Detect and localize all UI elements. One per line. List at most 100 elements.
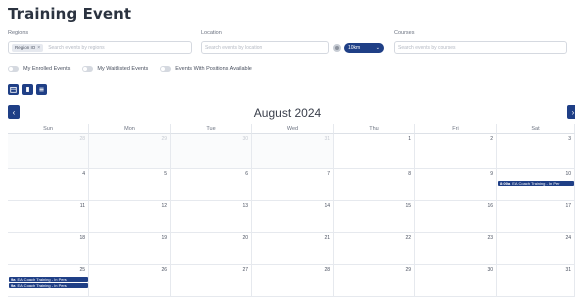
day-number: 21: [324, 235, 330, 241]
day-cell[interactable]: 15: [334, 201, 415, 233]
day-cell[interactable]: 30: [171, 134, 252, 169]
list-view-button[interactable]: [22, 84, 33, 95]
day-cell[interactable]: 26: [89, 265, 171, 297]
day-cell[interactable]: 5: [89, 169, 171, 201]
day-cell[interactable]: 16: [415, 201, 497, 233]
day-cell[interactable]: 10 8:00a EA Coach Training - In Per: [497, 169, 575, 201]
day-number: 30: [487, 267, 493, 273]
toggle-waitlisted[interactable]: My Waitlisted Events: [82, 66, 148, 72]
day-cell[interactable]: 2: [415, 134, 497, 169]
day-cell[interactable]: 7: [252, 169, 334, 201]
day-number: 22: [405, 235, 411, 241]
day-cell[interactable]: 23: [415, 233, 497, 265]
calendar-view-button[interactable]: [8, 84, 19, 95]
menu-icon: [39, 87, 44, 92]
weekday-header: Sun: [8, 124, 89, 134]
day-cell[interactable]: 18: [8, 233, 89, 265]
regions-field[interactable]: Region IO × Search events by regions: [8, 41, 192, 54]
day-cell[interactable]: 30: [415, 265, 497, 297]
day-cell[interactable]: 25 9a EA Coach Training - In Pers 9a EA Coac…: [8, 265, 89, 297]
day-cell[interactable]: 13: [171, 201, 252, 233]
day-number: 23: [487, 235, 493, 241]
day-number: 27: [242, 267, 248, 273]
day-cell[interactable]: 3: [497, 134, 575, 169]
day-cell[interactable]: 29: [89, 134, 171, 169]
day-cell[interactable]: 8: [334, 169, 415, 201]
day-cell[interactable]: 29: [334, 265, 415, 297]
calendar-event[interactable]: 9a EA Coach Training - In Pers: [9, 283, 88, 288]
day-cell[interactable]: 28: [252, 265, 334, 297]
day-number: 1: [408, 136, 411, 142]
day-cell[interactable]: 14: [252, 201, 334, 233]
courses-placeholder: Search events by courses: [398, 44, 456, 51]
calendar-event[interactable]: 8:00a EA Coach Training - In Per: [498, 181, 574, 186]
day-cell[interactable]: 22: [334, 233, 415, 265]
chevron-down-icon: ⌄: [375, 45, 380, 51]
chevron-right-icon: ›: [571, 107, 575, 117]
month-label: August 2024: [253, 106, 322, 120]
day-number: 5: [164, 171, 167, 177]
day-number: 12: [161, 203, 167, 209]
day-number: 26: [161, 267, 167, 273]
event-time: 9a: [11, 277, 16, 282]
view-buttons: [8, 84, 47, 95]
day-cell[interactable]: 28: [8, 134, 89, 169]
switch-icon[interactable]: [160, 66, 172, 72]
menu-view-button[interactable]: [36, 84, 47, 95]
next-month-button[interactable]: ›: [567, 105, 575, 119]
day-number: 30: [242, 136, 248, 142]
day-cell[interactable]: 4: [8, 169, 89, 201]
day-number: 13: [242, 203, 248, 209]
toggle-enrolled[interactable]: My Enrolled Events: [8, 66, 70, 72]
day-cell[interactable]: 24: [497, 233, 575, 265]
my-location-icon[interactable]: [333, 44, 341, 52]
toggle-label: My Enrolled Events: [23, 66, 71, 72]
day-cell[interactable]: 17: [497, 201, 575, 233]
event-time: 8:00a: [500, 181, 511, 186]
day-cell[interactable]: 20: [171, 233, 252, 265]
day-number: 28: [324, 267, 330, 273]
day-number: 17: [565, 203, 571, 209]
day-number: 29: [405, 267, 411, 273]
day-number: 24: [565, 235, 571, 241]
calendar-event[interactable]: 9a EA Coach Training - In Pers: [9, 277, 88, 282]
regions-placeholder: Search events by regions: [48, 44, 105, 51]
day-cell[interactable]: 31: [252, 134, 334, 169]
filter-toggles: My Enrolled Events My Waitlisted Events …: [8, 66, 252, 72]
day-cell[interactable]: 1: [334, 134, 415, 169]
day-cell[interactable]: 6: [171, 169, 252, 201]
day-number: 29: [161, 136, 167, 142]
day-cell[interactable]: 9: [415, 169, 497, 201]
region-chip-label: Region IO: [15, 45, 36, 50]
day-cell[interactable]: 11: [8, 201, 89, 233]
day-number: 25: [79, 267, 85, 273]
day-cell[interactable]: 27: [171, 265, 252, 297]
toggle-label: My Waitlisted Events: [97, 66, 149, 72]
distance-select[interactable]: 10km ⌄: [344, 43, 384, 53]
courses-label: Courses: [394, 30, 415, 36]
location-field[interactable]: Search events by location: [201, 41, 329, 54]
weekday-header: Wed: [252, 124, 334, 134]
event-title: EA Coach Training - In Per: [512, 181, 560, 186]
location-label: Location: [201, 30, 222, 36]
day-cell[interactable]: 21: [252, 233, 334, 265]
distance-value: 10km: [348, 45, 361, 51]
close-icon[interactable]: ×: [37, 45, 40, 51]
switch-icon[interactable]: [8, 66, 19, 72]
region-chip[interactable]: Region IO ×: [12, 43, 44, 52]
day-number: 28: [79, 136, 85, 142]
switch-icon[interactable]: [82, 66, 94, 72]
day-cell[interactable]: 31: [497, 265, 575, 297]
day-cell[interactable]: 12: [89, 201, 171, 233]
day-number: 16: [487, 203, 493, 209]
day-cell[interactable]: 19: [89, 233, 171, 265]
calendar-grid: Sun Mon Tue Wed Thu Fri Sat 28 29 30 31 1 2 3 4 5 6 7 8 9 10…: [8, 124, 575, 297]
weekday-header: Tue: [171, 124, 252, 134]
day-number: 9: [490, 171, 493, 177]
courses-field[interactable]: Search events by courses: [394, 41, 567, 54]
calendar-icon: [10, 86, 17, 93]
event-title: EA Coach Training - In Pers: [17, 283, 67, 288]
weekday-header: Mon: [89, 124, 171, 134]
toggle-positions-available[interactable]: Events With Positions Available: [160, 66, 252, 72]
day-number: 3: [568, 136, 571, 142]
